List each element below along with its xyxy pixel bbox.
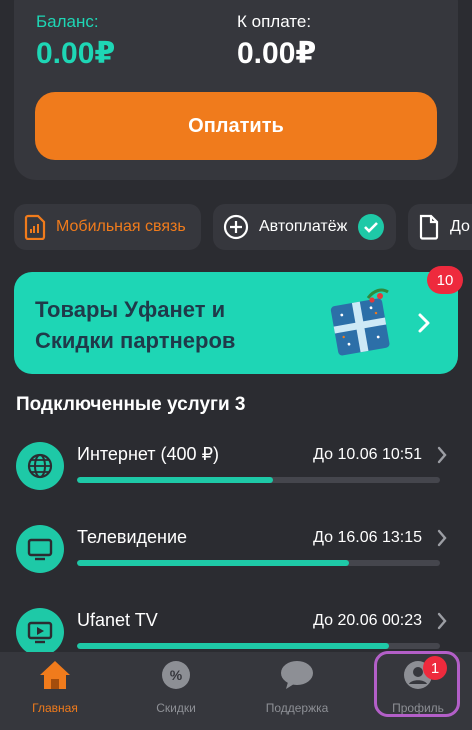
pay-button[interactable]: Оплатить [35, 92, 437, 160]
chip-mobile-label: Мобильная связь [56, 218, 186, 235]
app-root: Баланс: 0.00₽ К оплате: 0.00₽ Оплатить М… [0, 0, 472, 730]
check-circle-icon [357, 213, 385, 241]
service-internet[interactable]: Интернет (400 ₽) До 10.06 10:51 [16, 442, 460, 506]
sim-card-icon [24, 214, 46, 240]
service-date: До 20.06 00:23 [313, 612, 422, 629]
balance-label: Баланс: [36, 12, 99, 31]
chevron-right-icon [436, 611, 448, 636]
chip-autopay-label: Автоплатёж [259, 218, 348, 235]
svg-text:%: % [170, 667, 183, 683]
chevron-right-icon [414, 308, 434, 343]
gift-box-icon [322, 286, 398, 365]
service-progress [77, 643, 440, 649]
plus-circle-icon [223, 214, 249, 240]
tv-icon [16, 525, 64, 573]
service-date: До 10.06 10:51 [313, 446, 422, 463]
balance-value: 0.00₽ [36, 37, 116, 70]
promo-title: Товары Уфанет и Скидки партнеров [35, 297, 236, 353]
nav-support[interactable]: Поддержка [242, 658, 352, 724]
chevron-right-icon [436, 528, 448, 553]
percent-icon: % [159, 658, 193, 692]
chevron-right-icon [436, 445, 448, 470]
chip-documents[interactable]: До [408, 204, 472, 250]
chip-documents-label: До [450, 218, 470, 235]
service-progress-fill [77, 643, 390, 649]
balance-block: Баланс: 0.00₽ [36, 0, 115, 71]
profile-highlight [374, 651, 460, 717]
services-title: Подключенные услуги 3 [16, 394, 246, 415]
due-label: К оплате: [237, 12, 312, 31]
play-screen-icon [16, 608, 64, 656]
nav-label: Главная [32, 701, 78, 715]
service-name: Ufanet TV [77, 610, 158, 630]
chat-icon [280, 658, 314, 692]
service-progress [77, 560, 440, 566]
nav-discounts[interactable]: % Скидки [121, 658, 231, 724]
service-tv[interactable]: Телевидение До 16.06 13:15 [16, 525, 460, 589]
promo-banner[interactable]: Товары Уфанет и Скидки партнеров 10 [14, 266, 463, 374]
home-icon [38, 658, 72, 692]
nav-label: Скидки [156, 701, 196, 715]
service-progress-fill [77, 560, 350, 566]
service-progress-fill [77, 477, 274, 483]
globe-icon [16, 442, 64, 490]
nav-label: Поддержка [265, 701, 329, 715]
chip-mobile[interactable]: Мобильная связь [14, 204, 201, 250]
nav-home[interactable]: Главная [0, 658, 110, 724]
document-icon [418, 214, 440, 240]
service-progress [77, 477, 440, 483]
promo-badge: 10 [427, 266, 463, 294]
due-block: К оплате: 0.00₽ [237, 0, 316, 71]
due-value: 0.00₽ [237, 37, 317, 70]
service-date: До 16.06 13:15 [313, 529, 422, 546]
service-name: Интернет (400 ₽) [77, 444, 220, 464]
quick-actions: Мобильная связь Автоплатёж До [14, 204, 472, 250]
service-name: Телевидение [77, 527, 188, 547]
chip-autopay[interactable]: Автоплатёж [213, 204, 396, 250]
